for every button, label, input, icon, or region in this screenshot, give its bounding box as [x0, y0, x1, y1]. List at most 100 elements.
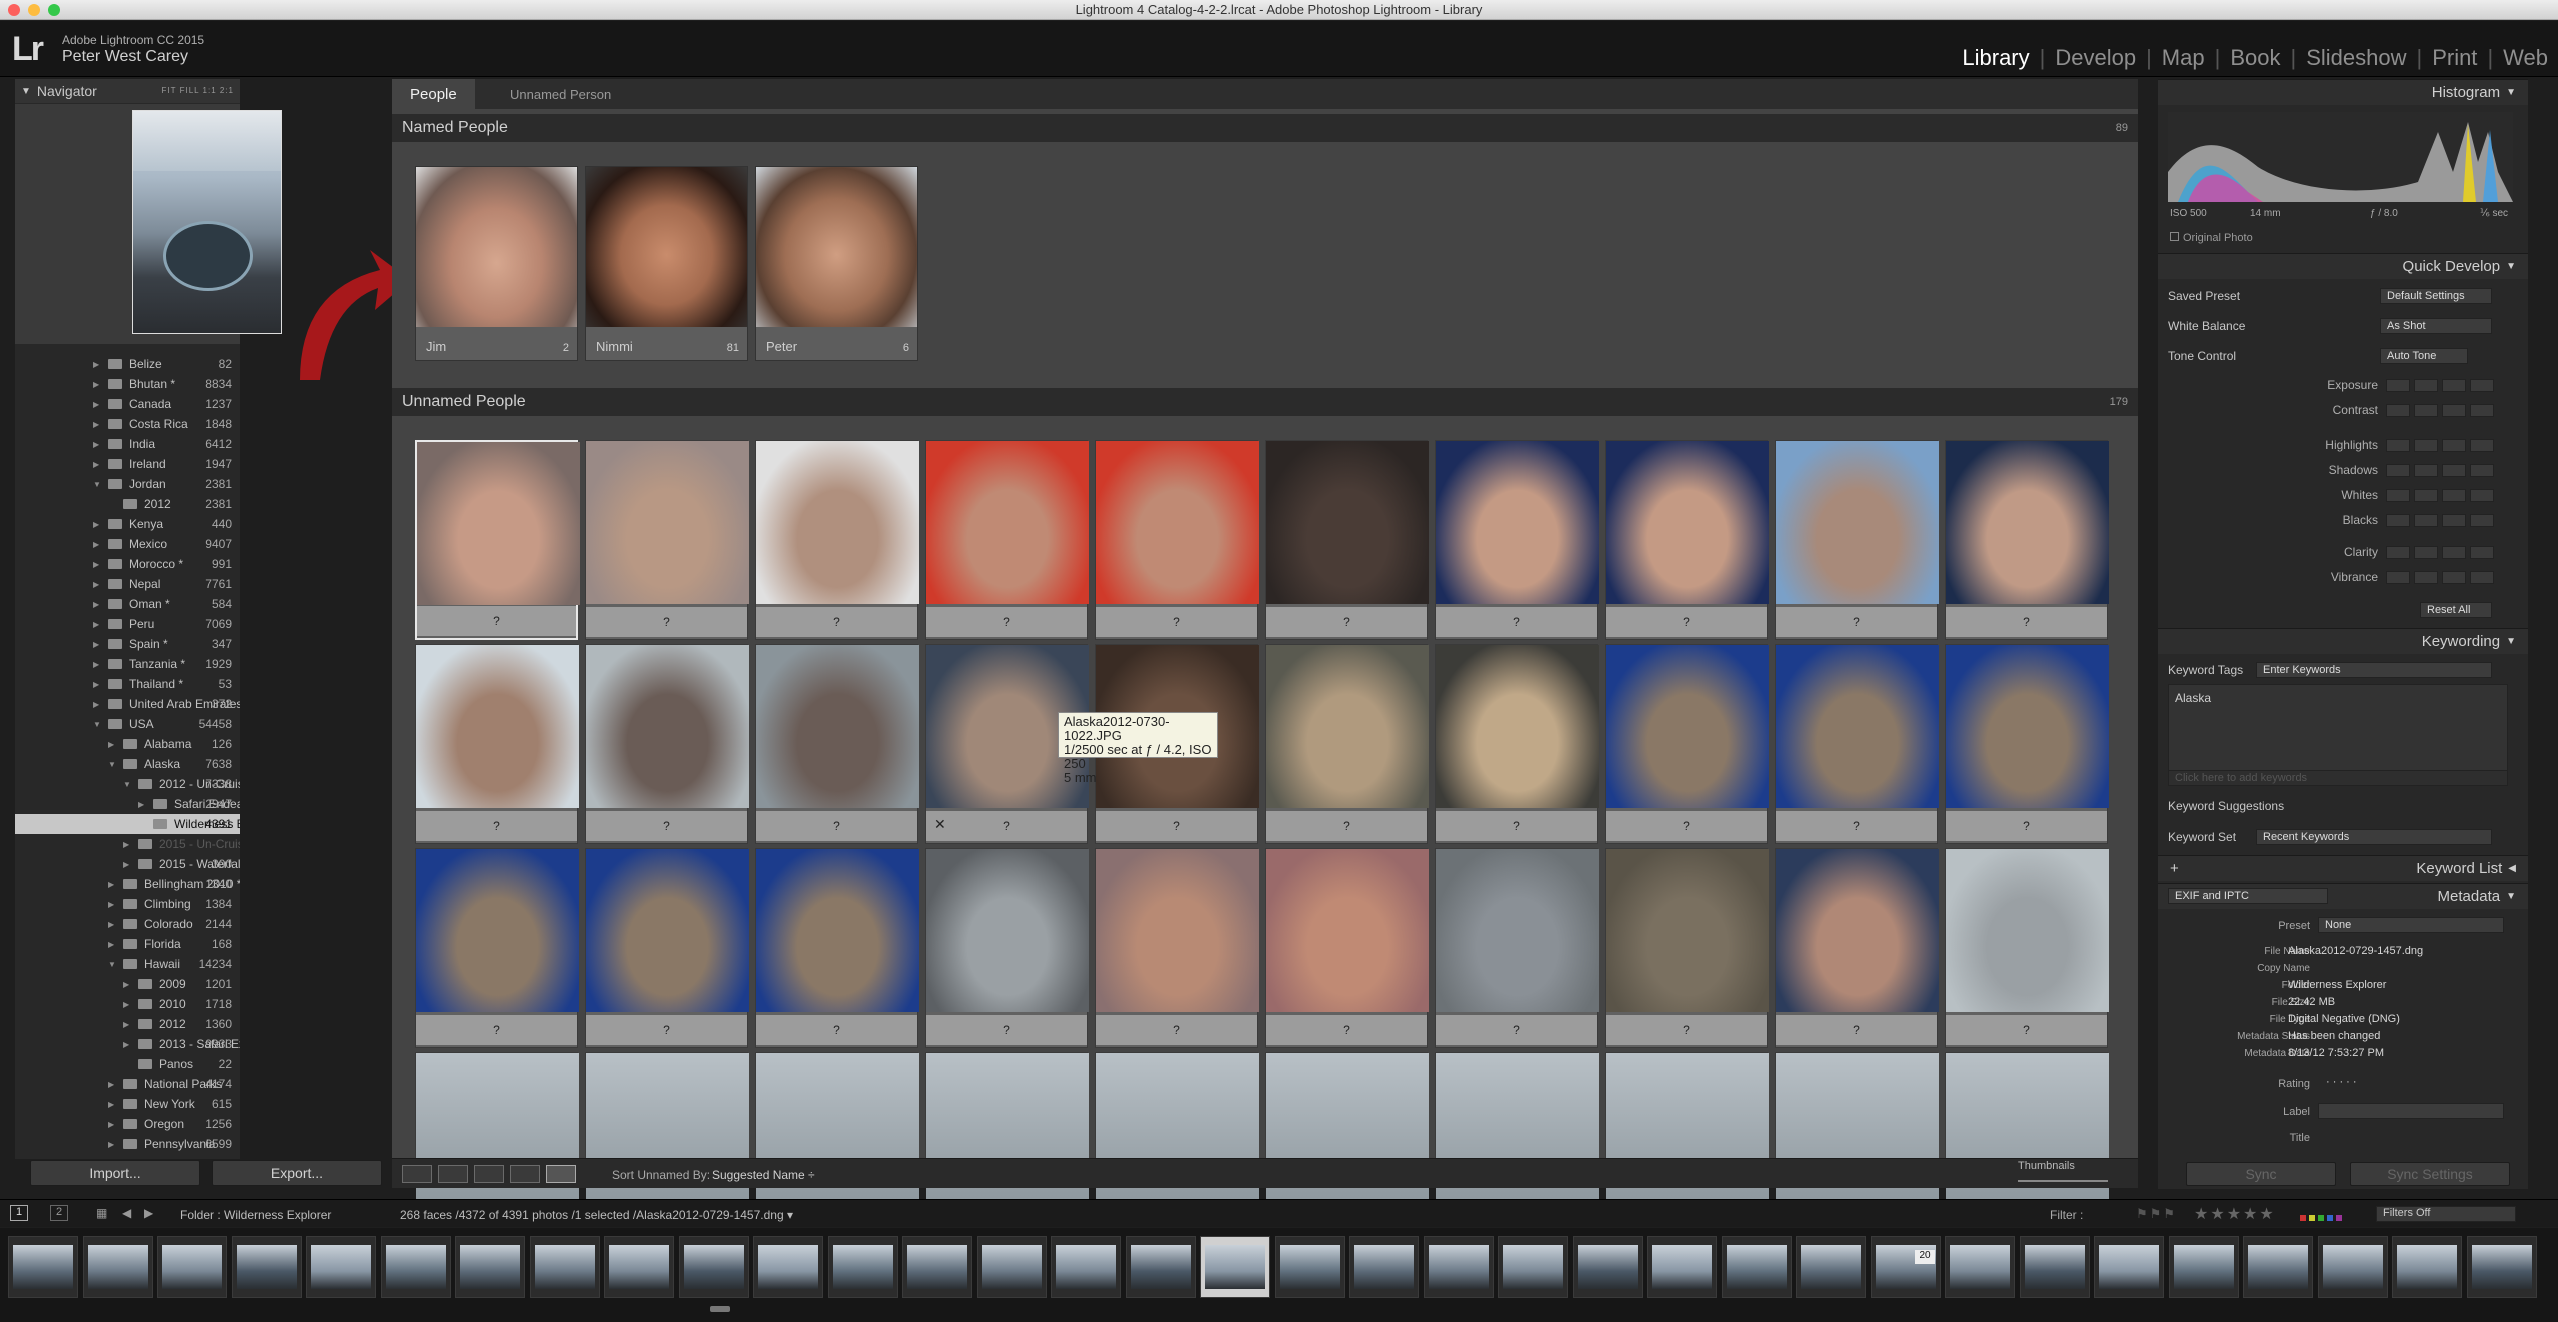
triangle-right-icon[interactable]: ▶ [108, 900, 114, 909]
triangle-right-icon[interactable]: ▶ [123, 860, 129, 869]
triangle-right-icon[interactable]: ▶ [93, 580, 99, 589]
folder-item[interactable]: ▶ Bellingham 2010 * 1340 [15, 874, 240, 894]
filmstrip-thumbnail[interactable] [2317, 1236, 2388, 1298]
name-input[interactable]: ? [1946, 811, 2107, 841]
triangle-down-icon[interactable]: ▼ [108, 960, 116, 969]
filmstrip-thumbnail[interactable] [1796, 1236, 1866, 1298]
filmstrip-thumbnail[interactable] [976, 1236, 1047, 1298]
name-input[interactable]: ? [1436, 811, 1597, 841]
filmstrip-thumbnail[interactable] [2392, 1236, 2462, 1298]
sync-settings-button[interactable]: Sync Settings [2350, 1162, 2510, 1186]
name-input[interactable]: ? [926, 1015, 1087, 1045]
triangle-right-icon[interactable]: ▶ [93, 420, 99, 429]
unnamed-face-cell[interactable]: ? [1265, 440, 1429, 640]
metadata-header[interactable]: EXIF and IPTC Metadata ▼ [2158, 883, 2528, 909]
triangle-right-icon[interactable]: ▶ [123, 1000, 129, 1009]
folder-item[interactable]: ▶ Belize 82 [15, 354, 240, 374]
triangle-right-icon[interactable]: ▶ [123, 980, 129, 989]
folder-item[interactable]: ▼ Jordan 2381 [15, 474, 240, 494]
metadata-field-value[interactable]: Has been changed [2288, 1030, 2380, 1042]
export-button[interactable]: Export... [212, 1160, 382, 1186]
triangle-right-icon[interactable]: ▶ [93, 360, 99, 369]
unnamed-face-cell[interactable]: ? [415, 440, 580, 640]
name-input[interactable]: ? [756, 607, 917, 637]
quick-develop-step-button[interactable] [2470, 546, 2494, 559]
source-path[interactable]: Folder : Wilderness Explorer [180, 1208, 331, 1222]
person-card-jim[interactable]: Jim 2 [415, 166, 578, 361]
name-input[interactable]: ? [1776, 1015, 1937, 1045]
folder-item[interactable]: Panos 22 [15, 1054, 240, 1074]
filmstrip-thumbnail[interactable] [1274, 1236, 1345, 1298]
triangle-right-icon[interactable]: ▶ [93, 620, 99, 629]
unnamed-face-cell[interactable]: ? [585, 848, 749, 1048]
triangle-down-icon[interactable]: ▼ [93, 480, 101, 489]
filmstrip-thumbnail[interactable] [678, 1236, 749, 1298]
triangle-right-icon[interactable]: ▶ [93, 520, 99, 529]
folder-item[interactable]: ▶ 2010 1718 [15, 994, 240, 1014]
module-web[interactable]: Web [2493, 45, 2558, 71]
quick-develop-step-button[interactable] [2470, 571, 2494, 584]
name-input[interactable]: ? [756, 1015, 917, 1045]
quick-develop-step-button[interactable] [2414, 379, 2438, 392]
folder-item[interactable]: ▶ Oregon 1256 [15, 1114, 240, 1134]
folder-item[interactable]: ▶ Thailand * 53 [15, 674, 240, 694]
unnamed-face-cell[interactable]: ? [925, 440, 1089, 640]
name-input[interactable]: ? [1776, 811, 1937, 841]
folder-item[interactable]: ▶ Florida 168 [15, 934, 240, 954]
keyword-suggestions-row[interactable]: Keyword Suggestions [2168, 794, 2508, 818]
metadata-field-value[interactable]: 22.42 MB [2288, 996, 2335, 1008]
quick-develop-step-button[interactable] [2470, 379, 2494, 392]
unnamed-face-cell[interactable] [585, 1052, 749, 1216]
metadata-set-select[interactable]: EXIF and IPTC [2168, 888, 2328, 904]
name-input[interactable]: ? [1946, 1015, 2107, 1045]
compare-view-icon[interactable] [474, 1165, 504, 1183]
quick-develop-step-button[interactable] [2386, 546, 2410, 559]
name-input[interactable]: ? [1096, 811, 1257, 841]
quick-develop-step-button[interactable] [2470, 404, 2494, 417]
triangle-right-icon[interactable]: ▶ [108, 1120, 114, 1129]
metadata-field-value[interactable]: Wilderness Explorer [2288, 979, 2386, 991]
name-input[interactable]: ? [1266, 607, 1427, 637]
quick-develop-step-button[interactable] [2470, 514, 2494, 527]
unnamed-face-cell[interactable] [1945, 1052, 2109, 1216]
quick-develop-step-button[interactable] [2386, 439, 2410, 452]
color-label-filter[interactable] [2300, 1208, 2360, 1221]
navigator-zoom-options[interactable]: FIT FILL 1:1 2:1 [162, 86, 234, 95]
folder-item[interactable]: ▶ Colorado 2144 [15, 914, 240, 934]
filmstrip-thumbnail[interactable] [604, 1236, 674, 1298]
rating-stars[interactable]: · · · · · [2326, 1076, 2357, 1088]
saved-preset-select[interactable]: Default Settings [2380, 288, 2492, 304]
name-input[interactable]: ? [1266, 1015, 1427, 1045]
unnamed-face-cell[interactable]: ? [1095, 848, 1259, 1048]
unnamed-face-cell[interactable]: ? [585, 644, 749, 844]
module-library[interactable]: Library [1952, 45, 2039, 71]
triangle-down-icon[interactable]: ▼ [108, 760, 116, 769]
folder-item[interactable]: ▶ Canada 1237 [15, 394, 240, 414]
quick-develop-step-button[interactable] [2414, 514, 2438, 527]
filmstrip-thumbnail[interactable] [1572, 1236, 1643, 1298]
unnamed-face-cell[interactable]: ? [1435, 644, 1599, 844]
triangle-right-icon[interactable]: ▶ [123, 1020, 129, 1029]
unnamed-face-cell[interactable] [1775, 1052, 1939, 1216]
filmstrip-thumbnail[interactable] [902, 1236, 972, 1298]
quick-develop-step-button[interactable] [2442, 489, 2466, 502]
unnamed-face-cell[interactable] [415, 1052, 579, 1216]
unnamed-face-cell[interactable] [755, 1052, 919, 1216]
folder-item[interactable]: ▶ Alabama 126 [15, 734, 240, 754]
unnamed-face-cell[interactable]: ? [415, 644, 579, 844]
quick-develop-step-button[interactable] [2470, 489, 2494, 502]
filmstrip-thumbnail[interactable] [2094, 1236, 2164, 1298]
unnamed-face-cell[interactable]: ? [1945, 644, 2109, 844]
folder-item[interactable]: ▼2012 - Un-Cruise7338 [15, 774, 240, 794]
filmstrip-thumbnail[interactable] [380, 1236, 451, 1298]
quick-develop-step-button[interactable] [2470, 464, 2494, 477]
unnamed-face-cell[interactable]: ? [1775, 644, 1939, 844]
unnamed-face-cell[interactable]: ? [585, 440, 749, 640]
name-input[interactable]: ? [416, 1015, 577, 1045]
folder-item[interactable]: ▶ Mexico 9407 [15, 534, 240, 554]
star-rating-filter[interactable]: ★★★★★ [2194, 1204, 2276, 1224]
filmstrip-thumbnail[interactable] [1051, 1236, 1121, 1298]
tab-unnamed-person[interactable]: Unnamed Person [492, 79, 629, 109]
folder-item[interactable]: 2012 2381 [15, 494, 240, 514]
name-input[interactable]: ? [586, 1015, 747, 1045]
